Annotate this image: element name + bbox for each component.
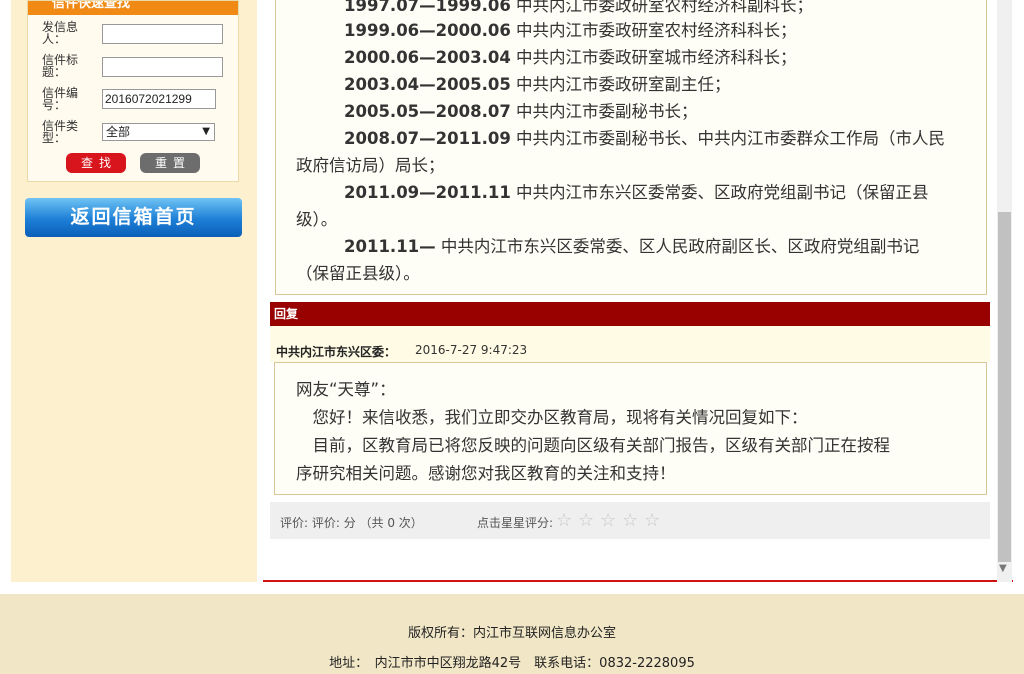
letter-content: 1997.07—1999.06 中共内江市委政研室农村经济科副科长； 1999.… <box>275 0 987 295</box>
reply-line: 序研究相关问题。感谢您对我区教育的关注和支持！ <box>296 464 676 483</box>
letter-line: 2008.07—2011.09 中共内江市委副秘书长、中共内江市委群众工作局（市… <box>344 129 946 148</box>
letter-line: 2011.09—2011.11 中共内江市东兴区委常委、区政府党组副书记（保留正… <box>344 183 929 202</box>
scrollbar-thumb[interactable] <box>998 212 1011 562</box>
dropdown-arrow-icon: ▼ <box>202 126 210 137</box>
letter-line: 2005.05—2008.07 中共内江市委副秘书长； <box>344 102 698 121</box>
star-icon[interactable]: ☆ <box>578 512 600 530</box>
letter-line: 2011.11— 中共内江市东兴区委常委、区人民政府副区长、区政府党组副书记 <box>344 237 920 256</box>
quick-search-panel: 信件快速查找 发信息人： 信件标题： 信件编号： 2016072021299 信… <box>27 0 239 182</box>
reply-line: 目前，区教育局已将您反映的问题向区级有关部门报告，区级有关部门正在按程 <box>296 436 891 455</box>
reply-time: 2016-7-27 9:47:23 <box>415 343 528 357</box>
rating-prompt: 点击星星评分: <box>477 516 554 530</box>
scroll-down-icon[interactable]: ▼ <box>999 563 1007 574</box>
letter-line: 级）。 <box>296 210 338 229</box>
rating-stars: ☆ ☆ ☆ ☆ ☆ <box>556 512 666 530</box>
search-panel-header: 信件快速查找 <box>28 1 238 15</box>
star-icon[interactable]: ☆ <box>600 512 622 530</box>
type-label: 信件类型： <box>42 119 79 145</box>
letter-type-value: 全部 <box>106 125 131 139</box>
reply-org: 中共内江市东兴区委： <box>276 345 397 359</box>
sender-label: 发信息人： <box>42 20 79 46</box>
title-input[interactable] <box>102 57 223 77</box>
rating-summary: 评价: 评价: 分 （共 0 次） <box>280 516 423 530</box>
star-icon[interactable]: ☆ <box>644 512 666 530</box>
footer-copyright: 版权所有：内江市互联网信息办公室 <box>407 626 616 641</box>
letter-line: （保留正县级）。 <box>296 264 420 283</box>
reply-body: 网友“天尊”： 您好！来信收悉，我们立即交办区教育局，现将有关情况回复如下： 目… <box>274 362 987 495</box>
letter-line: 2003.04—2005.05 中共内江市委政研室副主任； <box>344 75 731 94</box>
main-content: 1997.07—1999.06 中共内江市委政研室农村经济科副科长； 1999.… <box>263 0 1013 582</box>
number-label: 信件编号： <box>42 86 79 112</box>
letter-line: 1999.06—2000.06 中共内江市委政研室农村经济科科长； <box>344 21 797 40</box>
back-to-mailbox-button[interactable]: 返回信箱首页 <box>25 198 242 237</box>
search-panel-title: 信件快速查找 <box>52 1 131 11</box>
vertical-scrollbar[interactable]: ▼ <box>997 0 1012 582</box>
letter-type-select[interactable]: 全部 ▼ <box>102 123 215 141</box>
letter-line: 1997.07—1999.06 中共内江市委政研室农村经济科副科长； <box>344 0 814 15</box>
page-footer: 版权所有：内江市互联网信息办公室 地址： 内江市市中区翔龙路42号 联系电话：0… <box>0 594 1024 674</box>
reply-line: 网友“天尊”： <box>296 380 396 399</box>
reply-line: 您好！来信收悉，我们立即交办区教育局，现将有关情况回复如下： <box>296 408 808 427</box>
star-icon[interactable]: ☆ <box>556 512 578 530</box>
reply-header: 回复 <box>270 302 990 326</box>
title-label: 信件标题： <box>42 53 79 79</box>
footer-address: 地址： 内江市市中区翔龙路42号 联系电话：0832-2228095 <box>329 656 695 671</box>
reply-meta: 中共内江市东兴区委： 2016-7-27 9:47:23 <box>270 326 990 362</box>
rating-bar: 评价: 评价: 分 （共 0 次） 点击星星评分: ☆ ☆ ☆ ☆ ☆ <box>270 502 990 539</box>
star-icon[interactable]: ☆ <box>622 512 644 530</box>
sidebar: 信件快速查找 发信息人： 信件标题： 信件编号： 2016072021299 信… <box>11 0 257 582</box>
reset-button[interactable]: 重置 <box>140 153 200 173</box>
letter-number-input[interactable]: 2016072021299 <box>102 89 216 109</box>
search-button[interactable]: 查找 <box>66 153 126 173</box>
letter-line: 2000.06—2003.04 中共内江市委政研室城市经济科科长； <box>344 48 797 67</box>
sender-input[interactable] <box>102 24 223 44</box>
letter-line: 政府信访局）局长； <box>296 156 445 175</box>
